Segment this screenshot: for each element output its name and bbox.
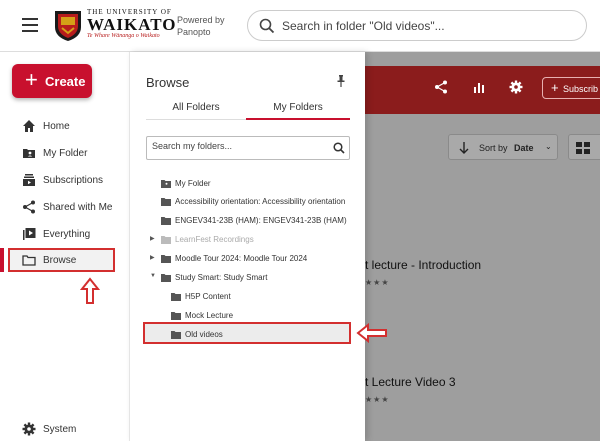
folder-icon	[171, 293, 181, 301]
sidebar-item-label: Everything	[43, 229, 91, 240]
hamburger-menu-icon[interactable]	[22, 18, 38, 32]
rating-stars: ★★★	[365, 278, 390, 287]
folder-label: Mock Lecture	[185, 311, 234, 320]
expand-arrow-icon[interactable]: ▶	[150, 254, 155, 261]
home-icon	[23, 120, 35, 132]
subscribe-label: Subscrib	[563, 84, 599, 94]
panopto-label: Panopto	[177, 27, 211, 37]
folder-label: My Folder	[175, 179, 211, 188]
folder-label: Study Smart: Study Smart	[175, 273, 268, 282]
main-content-dimmed: + Subscrib Sort by Date ⌄ t lecture - In…	[365, 52, 600, 441]
folder-user-icon	[161, 180, 171, 188]
video-title[interactable]: t Lecture Video 3	[365, 375, 456, 389]
subscriptions-icon	[23, 174, 35, 186]
folder-icon	[161, 274, 171, 282]
share-icon[interactable]	[434, 80, 448, 94]
folder-tree-item[interactable]: ▼ Study Smart: Study Smart	[150, 268, 360, 286]
browse-panel: Browse All Folders My Folders My Folder …	[129, 52, 365, 441]
create-button[interactable]: + Create	[12, 64, 92, 98]
folder-icon	[171, 331, 181, 339]
sidebar-item-label: Subscriptions	[43, 175, 104, 186]
folder-label: H5P Content	[185, 292, 231, 301]
plus-icon: +	[551, 80, 559, 95]
folder-label: Old videos	[185, 330, 223, 339]
folder-icon	[161, 198, 171, 206]
powered-by-label: Powered by	[177, 15, 225, 25]
active-tab-indicator	[246, 118, 350, 120]
university-crest-logo[interactable]	[53, 9, 83, 42]
settings-gear-icon[interactable]	[509, 80, 523, 94]
play-list-icon	[23, 228, 36, 240]
sidebar-item-my-folder[interactable]: My Folder	[0, 141, 128, 165]
sidebar-item-browse[interactable]: Browse	[0, 248, 128, 272]
chevron-down-icon: ⌄	[545, 142, 552, 151]
folder-tree-item[interactable]: Accessibility orientation: Accessibility…	[150, 192, 360, 210]
annotation-left-arrow-icon	[356, 323, 387, 343]
powered-by-panopto: Powered by Panopto	[177, 14, 225, 38]
folder-tree-item-old-videos[interactable]: Old videos	[160, 325, 340, 343]
collapse-arrow-icon[interactable]: ▼	[150, 273, 156, 279]
tab-my-folders[interactable]: My Folders	[246, 102, 350, 113]
video-title[interactable]: t lecture - Introduction	[365, 258, 481, 272]
folder-tree-item[interactable]: H5P Content	[160, 287, 360, 305]
sort-prefix: Sort by	[479, 143, 508, 153]
sidebar-item-everything[interactable]: Everything	[0, 222, 128, 246]
sidebar-item-label: Shared with Me	[43, 202, 113, 213]
sidebar-item-label: Home	[43, 121, 70, 132]
folder-icon	[161, 236, 171, 244]
sort-by-date-button[interactable]: Sort by Date ⌄	[448, 134, 558, 160]
folder-search-box[interactable]	[247, 10, 587, 41]
folder-icon	[161, 255, 171, 263]
my-folders-search-box[interactable]	[146, 136, 350, 160]
folder-label: ENGEV341-23B (HAM): ENGEV341-23B (HAM)	[175, 216, 347, 225]
create-label: Create	[45, 74, 86, 89]
gear-icon	[22, 422, 36, 436]
university-wordmark[interactable]: THE UNIVERSITY OF WAIKATO Te Whare Wānan…	[87, 8, 177, 39]
search-icon[interactable]	[333, 142, 345, 154]
search-icon	[259, 18, 275, 34]
sidebar-item-home[interactable]: Home	[0, 114, 128, 138]
expand-arrow-icon[interactable]: ▶	[150, 235, 155, 242]
subscribe-button[interactable]: + Subscrib	[542, 77, 600, 99]
folder-label: Accessibility orientation: Accessibility…	[175, 197, 346, 206]
tab-all-folders[interactable]: All Folders	[146, 102, 246, 113]
folder-tree-item[interactable]: ▶ LearnFest Recordings	[150, 230, 360, 248]
folder-user-icon	[23, 149, 35, 158]
folder-outline-icon	[22, 255, 36, 266]
view-toggle-button[interactable]	[568, 134, 600, 160]
sort-value: Date	[514, 143, 534, 153]
folder-icon	[161, 217, 171, 225]
folder-tree-item[interactable]: ENGEV341-23B (HAM): ENGEV341-23B (HAM)	[150, 211, 360, 229]
folder-icon	[171, 312, 181, 320]
folder-tree-item-my-folder[interactable]: My Folder	[150, 174, 360, 192]
folder-label: LearnFest Recordings	[175, 235, 254, 244]
logo-waikato: WAIKATO	[87, 15, 177, 34]
folder-label: Moodle Tour 2024: Moodle Tour 2024	[175, 254, 308, 263]
sort-arrow-icon	[459, 142, 469, 154]
folder-search-input[interactable]	[282, 17, 572, 35]
annotation-up-arrow-icon	[80, 277, 100, 304]
folder-tree-item[interactable]: Mock Lecture	[160, 306, 360, 324]
sidebar-item-subscriptions[interactable]: Subscriptions	[0, 168, 128, 192]
left-sidebar: + Create Home My Folder Subscriptions Sh…	[0, 52, 128, 441]
sidebar-item-label: System	[43, 424, 77, 435]
top-bar: THE UNIVERSITY OF WAIKATO Te Whare Wānan…	[0, 0, 600, 52]
stats-icon[interactable]	[472, 80, 486, 94]
sidebar-item-system[interactable]: System	[0, 417, 128, 441]
sidebar-item-label: My Folder	[43, 148, 88, 159]
folder-tree-item[interactable]: ▶ Moodle Tour 2024: Moodle Tour 2024	[150, 249, 360, 267]
grid-view-icon	[576, 142, 590, 154]
sidebar-item-label: Browse	[43, 255, 77, 266]
browse-panel-title: Browse	[146, 75, 190, 90]
share-icon	[23, 200, 35, 214]
plus-icon: +	[25, 67, 38, 92]
rating-stars: ★★★	[365, 395, 390, 404]
sidebar-item-shared-with-me[interactable]: Shared with Me	[0, 195, 128, 219]
my-folders-search-input[interactable]	[152, 141, 327, 151]
pin-icon[interactable]	[336, 75, 346, 87]
